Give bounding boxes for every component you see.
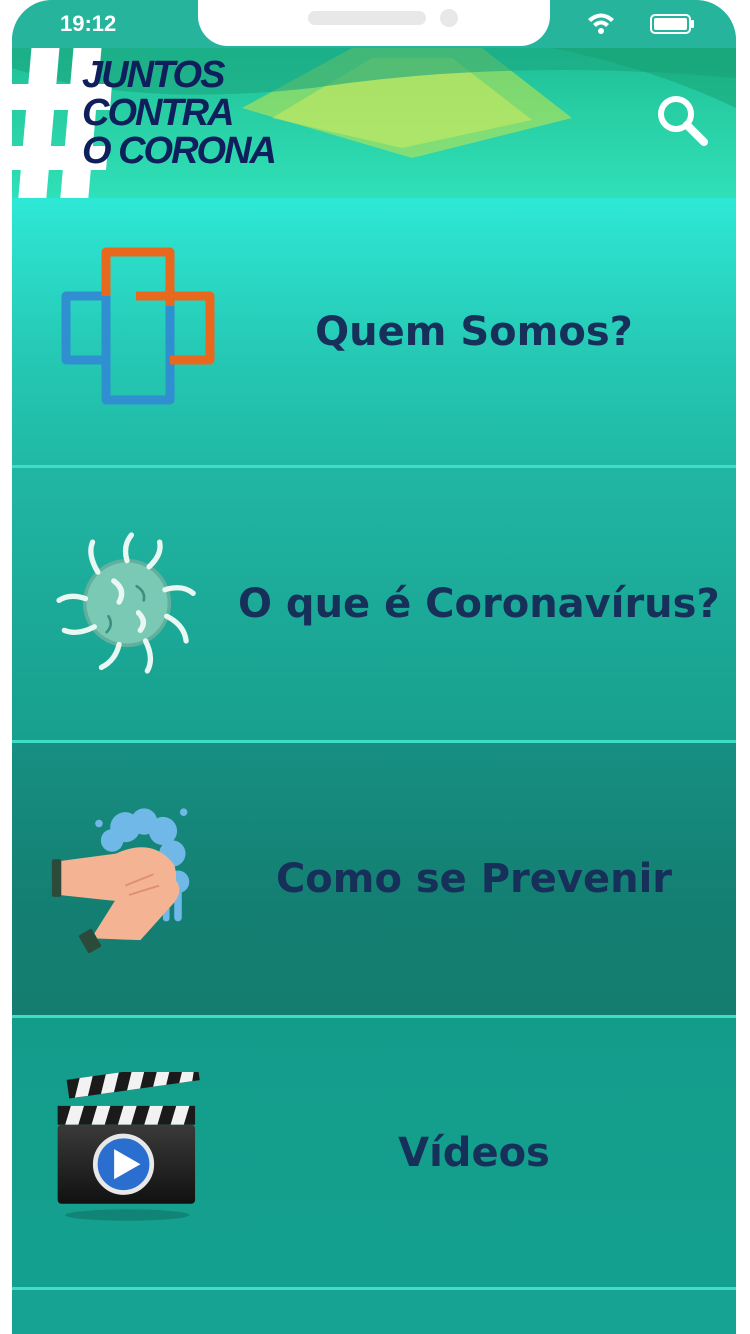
search-icon[interactable] xyxy=(652,90,712,150)
camera-dot xyxy=(440,9,458,27)
app-screen: 19:12 JUNTOS CONTRA O CORONA Quem Somos?… xyxy=(12,0,736,1334)
battery-icon xyxy=(650,14,694,34)
menu-item-videos[interactable]: Vídeos xyxy=(12,1018,736,1290)
menu-item-como-se-prevenir[interactable]: Como se Prevenir xyxy=(12,743,736,1018)
menu-item-o-que-e-coronavirus[interactable]: O que é Coronavírus? xyxy=(12,468,736,743)
medical-cross-icon xyxy=(61,247,215,405)
logo-line-1: JUNTOS xyxy=(82,54,225,96)
menu-label-quem-somos: Quem Somos? xyxy=(315,308,633,355)
app-header: JUNTOS CONTRA O CORONA xyxy=(12,48,736,198)
clapperboard-play-icon xyxy=(57,1072,200,1221)
menu-label-videos: Vídeos xyxy=(398,1129,550,1176)
hand-washing-icon xyxy=(51,808,190,954)
wifi-icon xyxy=(588,13,614,34)
next-menu-item-partial[interactable] xyxy=(12,1290,736,1334)
status-time: 19:12 xyxy=(60,11,117,36)
menu-item-quem-somos[interactable]: Quem Somos? xyxy=(12,198,736,468)
logo-line-3: O CORONA xyxy=(82,130,277,172)
speaker-grille xyxy=(308,11,426,25)
logo-text: JUNTOS CONTRA O CORONA xyxy=(82,54,277,172)
virus-icon xyxy=(56,532,196,674)
menu-label-o-que-e-coronavirus: O que é Coronavírus? xyxy=(238,581,720,627)
app-logo: JUNTOS CONTRA O CORONA xyxy=(12,48,312,198)
device-notch xyxy=(198,0,550,46)
main-menu: Quem Somos? O que é Coronavírus? Como se… xyxy=(12,198,736,1290)
menu-label-como-se-prevenir: Como se Prevenir xyxy=(275,856,673,902)
logo-line-2: CONTRA xyxy=(82,92,235,134)
